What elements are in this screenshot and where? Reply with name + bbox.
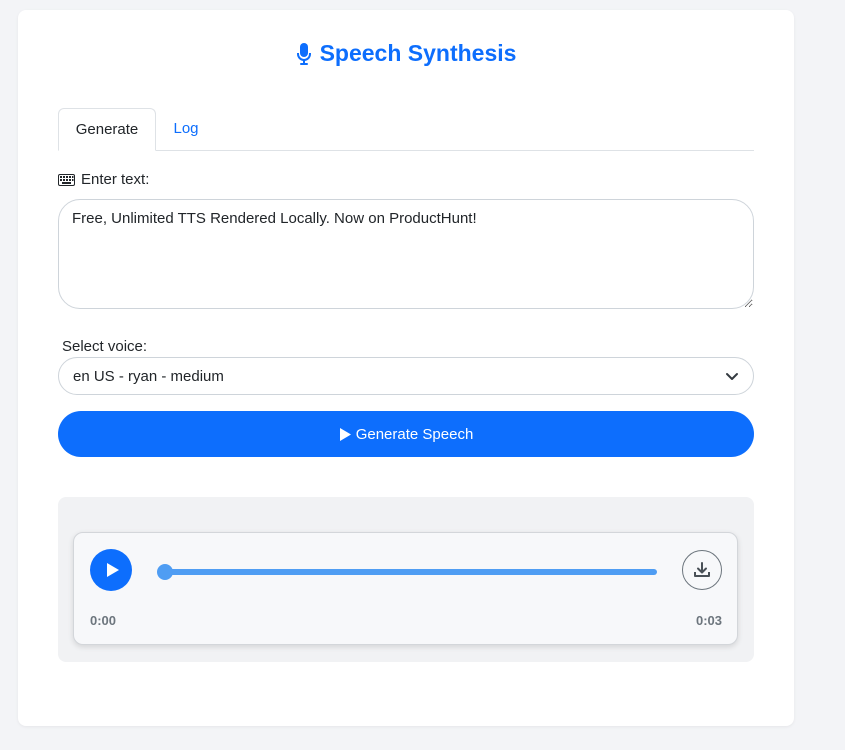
audio-progress-thumb[interactable] <box>157 564 173 580</box>
page-title: Speech Synthesis <box>18 40 794 67</box>
text-input-label-text: Enter text: <box>81 171 150 188</box>
generate-speech-button[interactable]: Generate Speech <box>58 411 754 457</box>
chevron-down-icon <box>725 369 739 383</box>
generate-speech-label: Generate Speech <box>355 425 474 443</box>
text-input[interactable] <box>58 199 754 309</box>
keyboard-icon <box>58 173 75 186</box>
audio-progress-bar[interactable] <box>157 564 657 580</box>
audio-duration: 0:03 <box>695 613 722 628</box>
audio-player: 0:00 0:03 <box>73 532 738 645</box>
voice-select-label: Select voice: <box>62 338 148 355</box>
voice-select[interactable]: en US - ryan - medium <box>58 357 754 395</box>
audio-current-time: 0:00 <box>90 613 117 628</box>
play-icon <box>106 562 120 578</box>
tab-bar: Generate Log <box>58 108 754 151</box>
microphone-icon <box>296 42 312 66</box>
download-icon <box>693 561 711 579</box>
voice-select-value: en US - ryan - medium <box>73 367 224 385</box>
audio-play-button[interactable] <box>90 549 132 591</box>
page-title-text: Speech Synthesis <box>319 40 517 66</box>
tab-generate[interactable]: Generate <box>58 108 156 151</box>
audio-section: 0:00 0:03 <box>58 497 754 662</box>
tab-log[interactable]: Log <box>156 108 216 150</box>
play-icon <box>339 427 352 442</box>
download-button[interactable] <box>682 550 722 590</box>
text-input-label: Enter text: <box>58 171 149 188</box>
main-card: Speech Synthesis Generate Log Enter text… <box>18 10 794 726</box>
